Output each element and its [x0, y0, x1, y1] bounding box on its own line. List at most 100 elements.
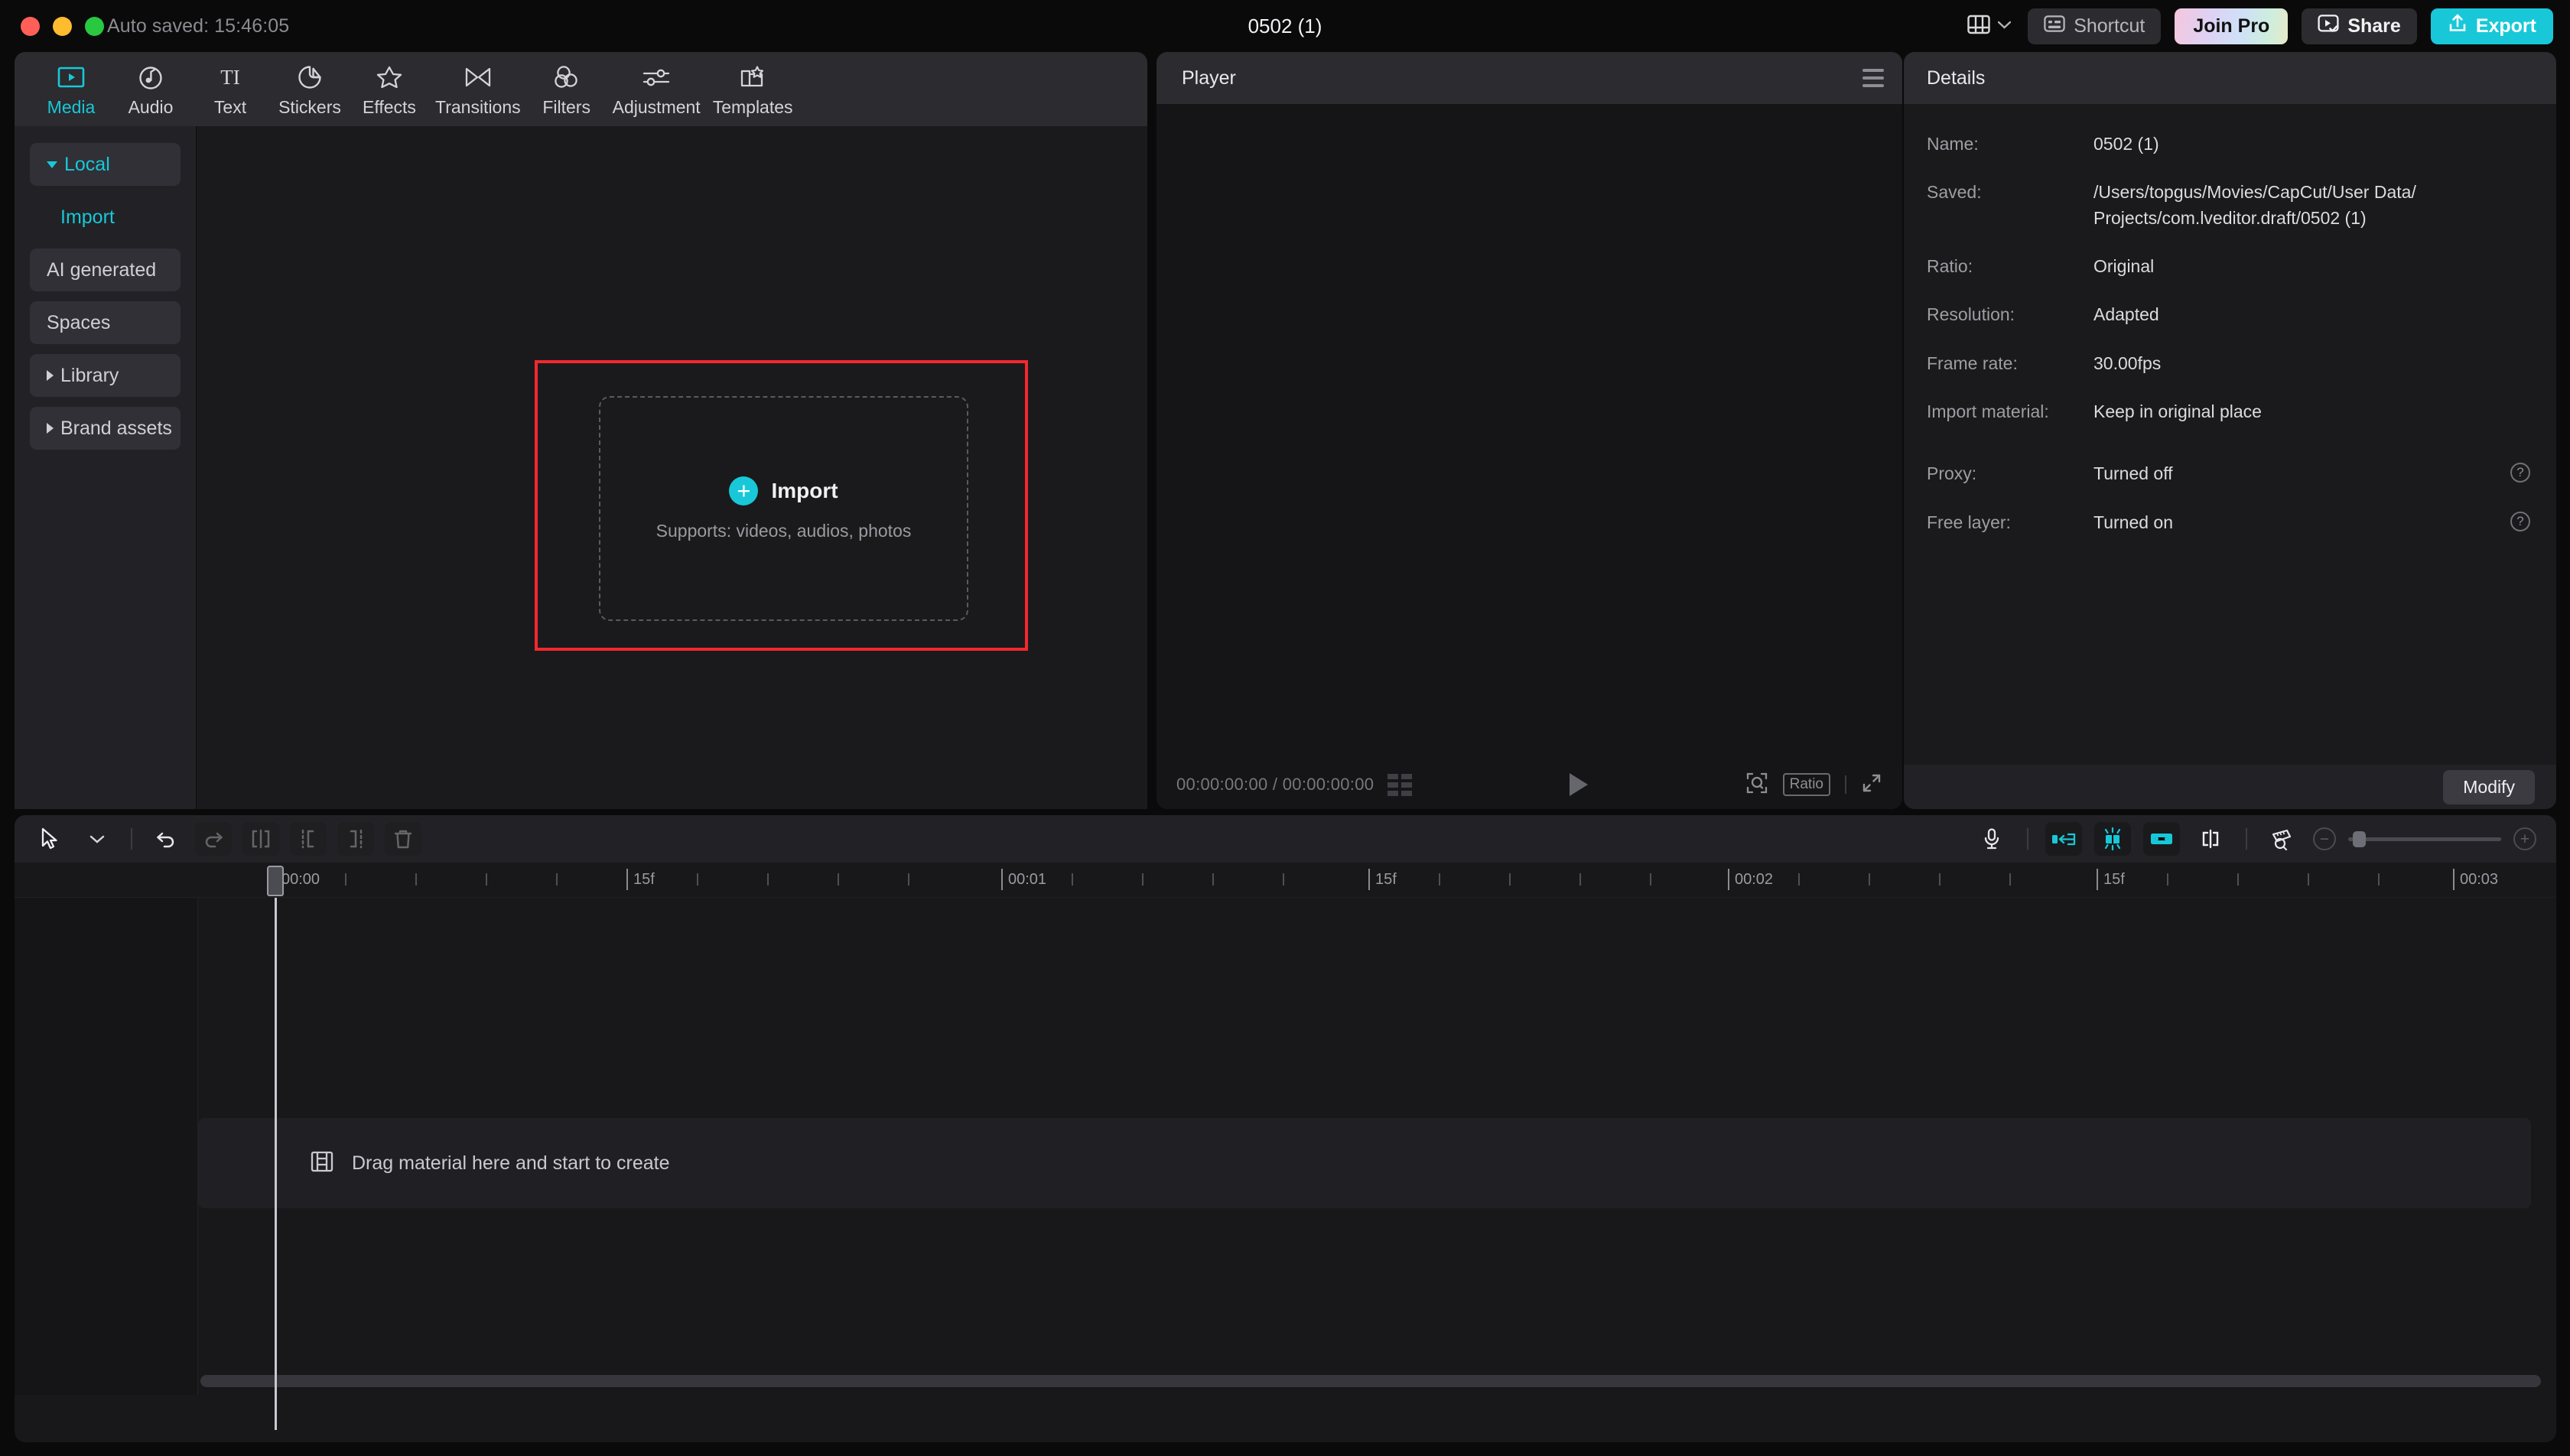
timeline-tools-left	[31, 822, 421, 856]
sidebar-item-library[interactable]: Library	[30, 354, 181, 397]
ruler-label: 15f	[633, 871, 655, 888]
layout-grid-icon	[1967, 15, 1990, 38]
close-window-button[interactable]	[21, 16, 40, 36]
zoom-slider-knob[interactable]	[2353, 830, 2366, 847]
zoom-out-button[interactable]: −	[2313, 827, 2336, 850]
divider	[2246, 828, 2247, 850]
maximize-window-button[interactable]	[85, 16, 104, 36]
timeline-tracks[interactable]: Drag material here and start to create	[15, 866, 2556, 1430]
details-label: Ratio:	[1927, 256, 1973, 277]
tool-dropdown-caret[interactable]	[79, 822, 115, 856]
details-label: Saved:	[1927, 182, 1982, 203]
highlight-annotation-box: + Import Supports: videos, audios, photo…	[535, 360, 1028, 651]
zoom-in-button[interactable]: +	[2513, 827, 2536, 850]
import-dropzone[interactable]: + Import Supports: videos, audios, photo…	[599, 396, 968, 621]
sidebar-item-local[interactable]: Local	[30, 143, 181, 186]
tab-adjustment-label: Adjustment	[612, 97, 701, 117]
trim-right-button[interactable]	[337, 822, 374, 856]
split-marker-button[interactable]	[2192, 822, 2229, 856]
details-label: Frame rate:	[1927, 353, 2018, 373]
export-button[interactable]: Export	[2430, 8, 2553, 44]
details-label: Import material:	[1927, 401, 2049, 422]
share-label: Share	[2347, 15, 2401, 37]
tab-stickers-label: Stickers	[278, 97, 341, 117]
sidebar-item-spaces-label: Spaces	[47, 311, 111, 333]
select-cursor-tool[interactable]	[31, 822, 68, 856]
tab-filters[interactable]: Filters	[527, 60, 607, 118]
capcut-editor-window: Auto saved: 15:46:05 0502 (1) Shortcut J…	[0, 0, 2570, 1456]
trim-left-button[interactable]	[290, 822, 327, 856]
ratio-button[interactable]: Ratio	[1782, 773, 1830, 796]
hamburger-menu-icon[interactable]	[1862, 69, 1884, 87]
help-icon[interactable]: ?	[2510, 511, 2530, 531]
tab-templates[interactable]: Templates	[707, 60, 799, 118]
timeline-playhead[interactable]	[267, 866, 284, 1430]
timeline-ruler[interactable]: 00:00 15f 00:01 15f 00:02 15f 00:03	[15, 863, 2556, 898]
ruler-measure-button[interactable]	[2264, 822, 2301, 856]
link-clips-button[interactable]	[2143, 822, 2180, 856]
tab-audio[interactable]: Audio	[111, 60, 190, 118]
details-row-import-material: Import material: Keep in original place	[1927, 399, 2530, 424]
player-controls: 00:00:00:00 / 00:00:00:00 Ratio	[1156, 760, 1902, 809]
details-footer: Modify	[1904, 765, 2556, 809]
join-pro-button[interactable]: Join Pro	[2175, 8, 2289, 44]
redo-button[interactable]	[195, 822, 232, 856]
plus-circle-icon: +	[729, 476, 759, 505]
tab-effects[interactable]: Effects	[350, 60, 429, 118]
shortcut-button[interactable]: Shortcut	[2028, 8, 2162, 44]
sidebar-item-spaces[interactable]: Spaces	[30, 301, 181, 344]
auto-snap-button[interactable]	[2094, 822, 2131, 856]
help-icon[interactable]: ?	[2510, 463, 2530, 483]
play-icon[interactable]	[1569, 773, 1588, 796]
window-controls	[21, 16, 104, 36]
sidebar-item-import[interactable]: Import	[30, 196, 181, 239]
tab-stickers[interactable]: Stickers	[270, 60, 350, 118]
chevron-down-icon	[47, 161, 57, 168]
join-pro-label: Join Pro	[2193, 15, 2270, 37]
player-timecode: 00:00:00:00 / 00:00:00:00	[1176, 775, 1374, 794]
tab-adjustment[interactable]: Adjustment	[607, 60, 707, 118]
tab-templates-label: Templates	[712, 97, 793, 117]
media-content-area: + Import Supports: videos, audios, photo…	[197, 126, 1147, 809]
details-value: Turned off	[2093, 463, 2173, 484]
grid-icon[interactable]	[1387, 773, 1413, 796]
import-row: + Import	[729, 476, 838, 505]
empty-track-dropzone[interactable]: Drag material here and start to create	[198, 1118, 2531, 1208]
playhead-handle[interactable]	[267, 866, 284, 896]
share-button[interactable]: Share	[2302, 8, 2417, 44]
undo-button[interactable]	[148, 822, 184, 856]
crop-zoom-icon[interactable]	[1745, 772, 1768, 798]
modify-button[interactable]: Modify	[2443, 769, 2535, 804]
details-panel: Details Name: 0502 (1) Saved: /Users/top…	[1904, 52, 2556, 809]
import-label: Import	[771, 478, 838, 502]
details-label: Free layer:	[1927, 512, 2011, 532]
delete-button[interactable]	[385, 822, 421, 856]
zoom-slider[interactable]	[2348, 830, 2501, 847]
media-panel-body: Local Import AI generated Spaces Library	[15, 126, 1147, 809]
fullscreen-icon[interactable]	[1861, 772, 1882, 798]
timeline-horizontal-scrollbar[interactable]	[200, 1375, 2541, 1387]
main-panels-row: Media Audio TI Text Stickers Effects Tra…	[0, 52, 2570, 809]
audio-note-icon	[137, 63, 164, 92]
adjustment-sliders-icon	[641, 63, 672, 92]
share-screen-icon	[2318, 14, 2339, 39]
snap-to-clip-button[interactable]	[2045, 822, 2082, 856]
tab-transitions[interactable]: Transitions	[429, 60, 527, 118]
transitions-icon	[463, 63, 493, 92]
templates-folder-icon	[738, 63, 767, 92]
layout-switch-button[interactable]	[1964, 10, 2014, 43]
ruler-label: 00:03	[2460, 871, 2499, 888]
minimize-window-button[interactable]	[53, 16, 72, 36]
media-sidebar: Local Import AI generated Spaces Library	[15, 126, 197, 809]
tab-media[interactable]: Media	[31, 60, 111, 118]
details-title: Details	[1927, 67, 1986, 89]
sidebar-item-ai-generated[interactable]: AI generated	[30, 249, 181, 291]
tab-text[interactable]: TI Text	[190, 60, 270, 118]
ruler-label: 15f	[1375, 871, 1397, 888]
split-button[interactable]	[242, 822, 279, 856]
microphone-record-button[interactable]	[1973, 822, 2010, 856]
player-preview-stage[interactable]	[1156, 104, 1902, 760]
sidebar-item-brand-assets[interactable]: Brand assets	[30, 407, 181, 450]
tab-audio-label: Audio	[128, 97, 174, 117]
import-supports-text: Supports: videos, audios, photos	[656, 520, 912, 541]
